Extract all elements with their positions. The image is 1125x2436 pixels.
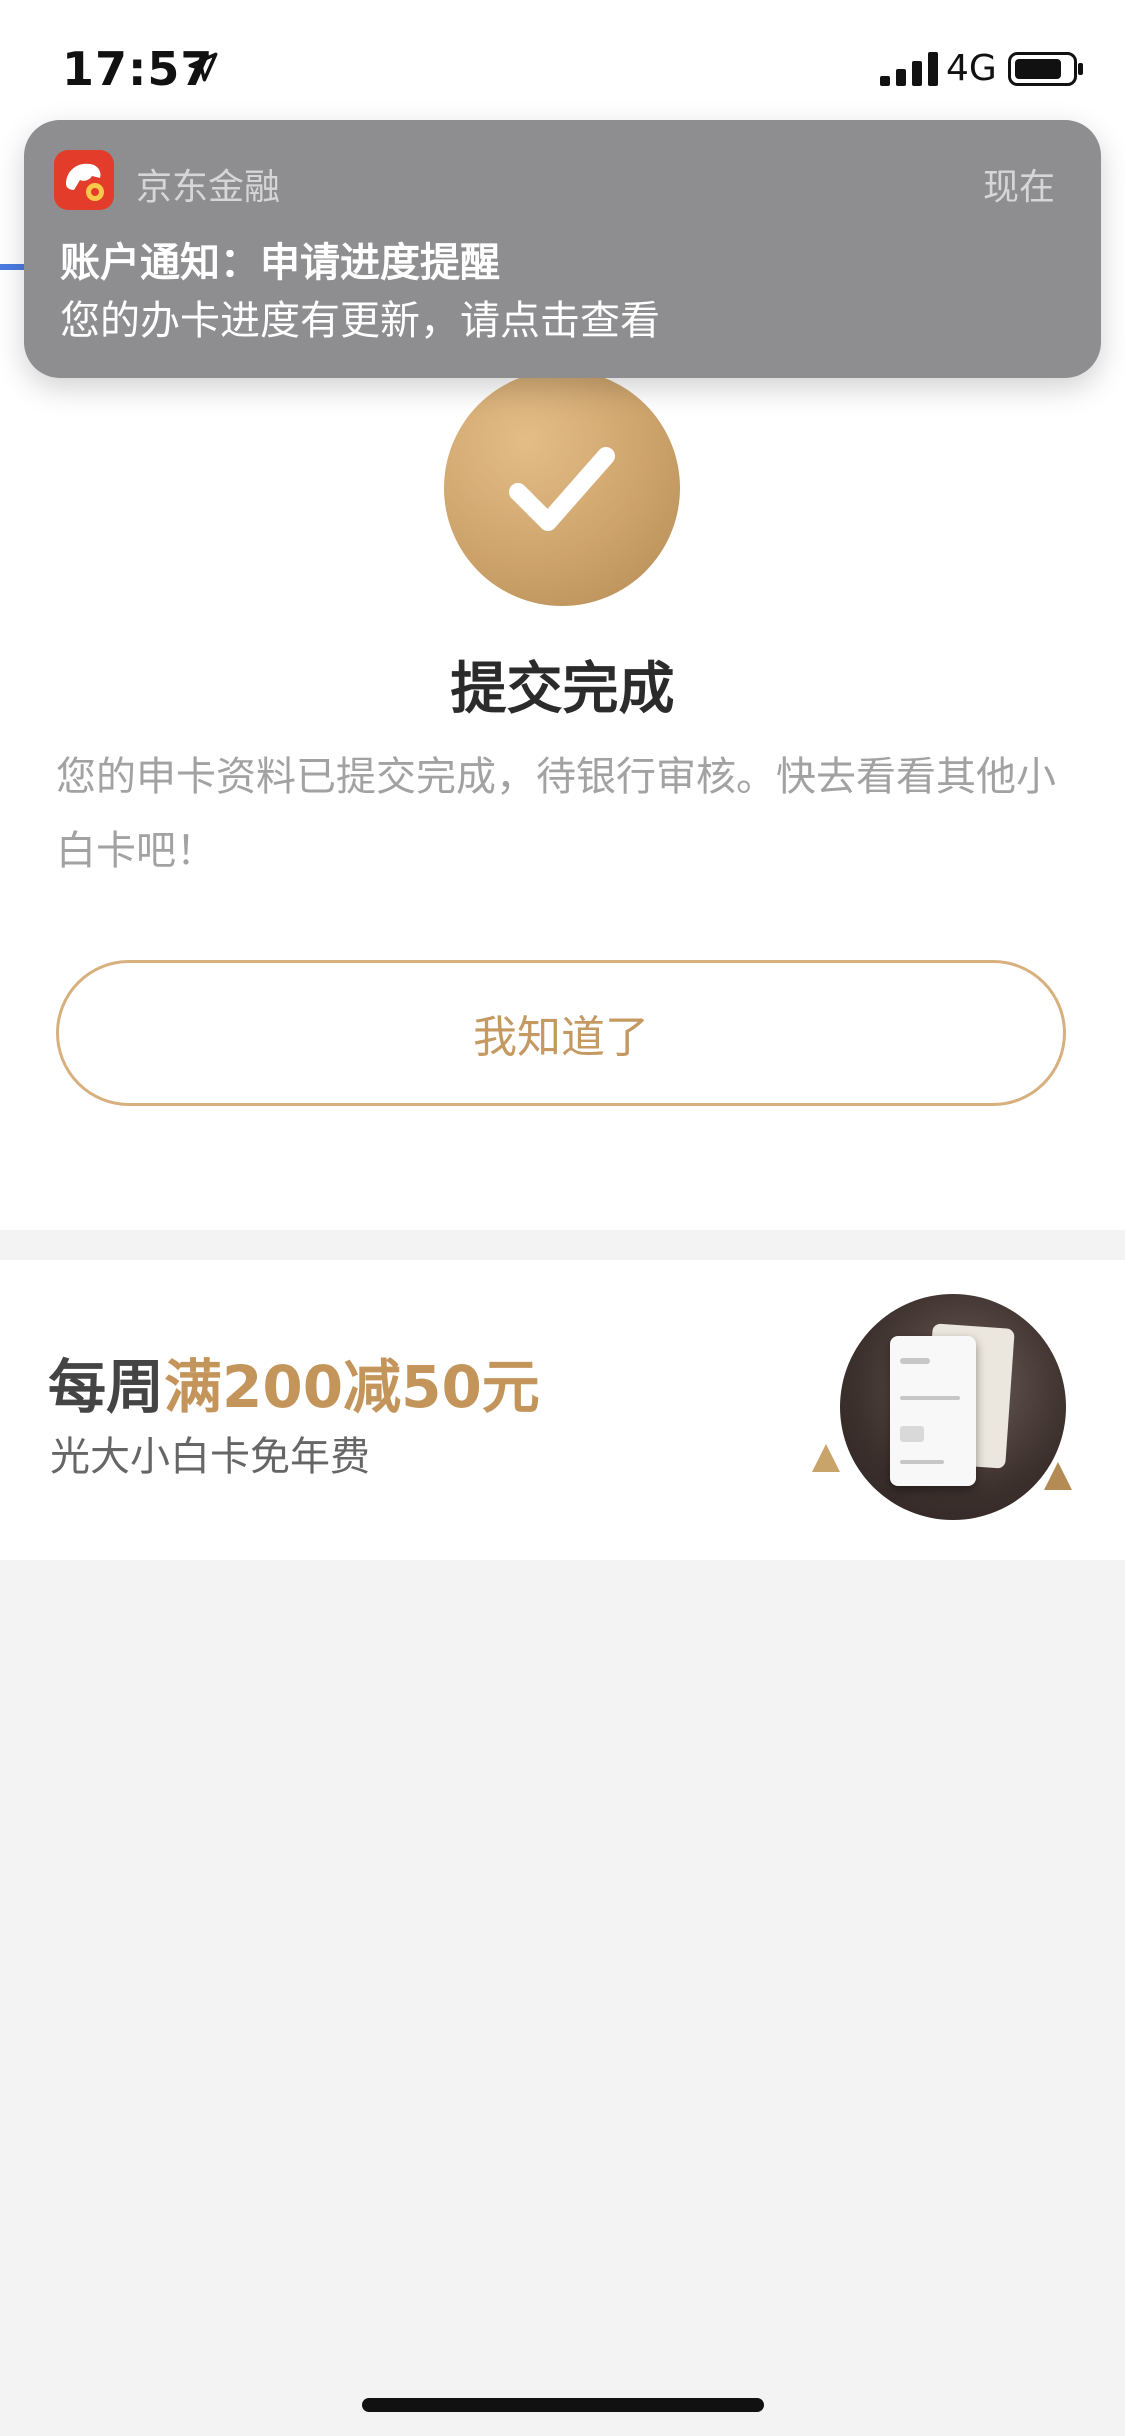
notification-app-name: 京东金融 [136, 167, 281, 208]
notification-time: 现在 [982, 167, 1055, 208]
push-notification[interactable]: 京东金融 现在 账户通知：申请进度提醒 您的办卡进度有更新，请点击查看 [24, 120, 1101, 378]
result-title: 提交完成 [450, 657, 675, 722]
status-bar: 17:57 4G [0, 0, 1125, 140]
promo-subtitle: 光大小白卡免年费 [50, 1434, 370, 1480]
credit-card-image [806, 1294, 1112, 1534]
result-description: 您的申卡资料已提交完成，待银行审核。快去看看其他小白卡吧！ [56, 754, 1056, 874]
location-arrow-icon [188, 52, 218, 82]
success-badge [444, 370, 680, 606]
notification-title: 账户通知：申请进度提醒 [60, 240, 500, 286]
battery-icon [1008, 52, 1083, 86]
acknowledge-button[interactable]: 我知道了 [56, 960, 1066, 1106]
promo-title-prefix: 每周 [48, 1353, 165, 1421]
header-accent-line [0, 264, 24, 270]
promo-title: 每周满200减50元 [48, 1340, 540, 1424]
card-front [890, 1336, 976, 1486]
promo-banner[interactable]: 每周满200减50元 光大小白卡免年费 [0, 1260, 1125, 1560]
jd-finance-app-icon [54, 150, 114, 210]
promo-title-highlight: 满200减50元 [164, 1353, 540, 1421]
card-backdrop [840, 1294, 1066, 1520]
home-indicator[interactable] [362, 2398, 764, 2412]
check-icon [509, 447, 615, 531]
decor-pyramid [812, 1444, 840, 1472]
notification-body: 您的办卡进度有更新，请点击查看 [60, 298, 660, 344]
signal-icon [880, 52, 938, 86]
network-type: 4G [946, 48, 997, 89]
